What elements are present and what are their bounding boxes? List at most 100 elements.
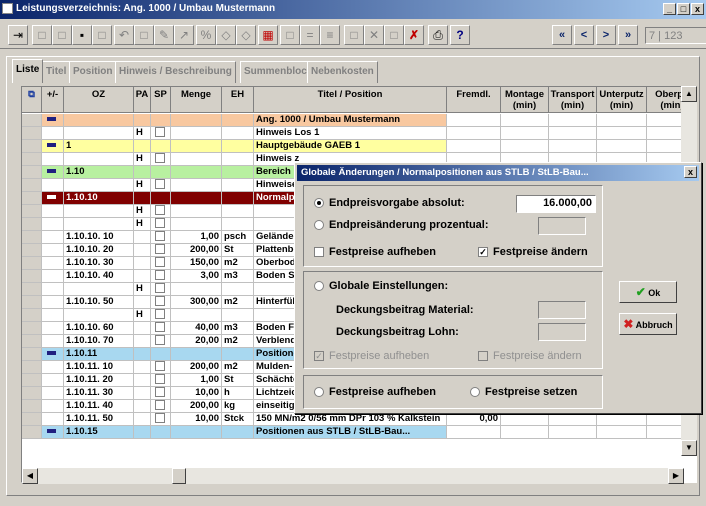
exit-icon[interactable]: ⇥ [8, 25, 28, 45]
radio-prozentual[interactable] [314, 220, 324, 231]
cell-eh[interactable]: m2 [222, 296, 254, 309]
expand-toggle[interactable] [42, 322, 64, 335]
tools-icon[interactable]: ✕ [364, 25, 384, 45]
sp-checkbox-cell[interactable] [151, 231, 171, 244]
cell-oz[interactable]: 1.10.10. 30 [64, 257, 134, 270]
cancel-button[interactable]: ✖ Abbruch [619, 313, 677, 335]
cell-menge[interactable] [171, 140, 222, 153]
expand-toggle[interactable] [42, 413, 64, 426]
cell-eh[interactable] [222, 140, 254, 153]
expand-toggle[interactable] [42, 231, 64, 244]
cell-oz[interactable] [64, 218, 134, 231]
cell-oz[interactable] [64, 179, 134, 192]
cell-oz[interactable] [64, 127, 134, 140]
header-eh[interactable]: EH [222, 87, 254, 113]
cell-empty[interactable] [597, 140, 647, 153]
radio-bottom-setzen[interactable] [470, 387, 480, 398]
cell-oz[interactable]: 1.10.15 [64, 426, 134, 439]
cell-pa[interactable]: H [134, 127, 151, 140]
header-oz[interactable]: OZ [64, 87, 134, 113]
cell-oz[interactable]: 1.10.11. 40 [64, 400, 134, 413]
expand-toggle[interactable] [42, 192, 64, 205]
cell-pa[interactable] [134, 270, 151, 283]
table-row[interactable]: 1 Hauptgebäude GAEB 1 [22, 140, 696, 153]
cell-menge[interactable] [171, 309, 222, 322]
first-page-button[interactable]: « [552, 25, 572, 45]
arrow-right-icon[interactable]: ◇ [236, 25, 256, 45]
cell-menge[interactable]: 1,00 [171, 231, 222, 244]
cell-oz[interactable]: 1.10.11 [64, 348, 134, 361]
cell-pa[interactable] [134, 257, 151, 270]
expand-toggle[interactable] [42, 244, 64, 257]
cell-fremdl[interactable]: 0,00 [447, 413, 501, 426]
cell-eh[interactable] [222, 166, 254, 179]
cell-eh[interactable]: kg [222, 400, 254, 413]
row-header-cell[interactable] [22, 153, 42, 166]
radio-bottom-aufheben[interactable] [314, 387, 324, 398]
cell-empty[interactable] [597, 426, 647, 439]
cell-oz[interactable] [64, 205, 134, 218]
expand-toggle[interactable] [42, 400, 64, 413]
cell-pa[interactable] [134, 426, 151, 439]
scroll-up-icon[interactable]: ▲ [681, 86, 697, 102]
row-header-cell[interactable] [22, 400, 42, 413]
cell-eh[interactable] [222, 192, 254, 205]
cell-eh[interactable] [222, 309, 254, 322]
cell-eh[interactable] [222, 283, 254, 296]
cell-oz[interactable]: 1.10.11. 30 [64, 387, 134, 400]
cell-oz[interactable]: 1.10.10. 60 [64, 322, 134, 335]
frame-icon[interactable]: □ [384, 25, 404, 45]
sp-checkbox[interactable] [155, 400, 165, 411]
cell-empty[interactable] [501, 426, 549, 439]
sp-checkbox-cell[interactable] [151, 400, 171, 413]
calendar-icon[interactable]: ▦ [258, 25, 278, 45]
cell-pa[interactable]: H [134, 205, 151, 218]
sp-checkbox[interactable] [155, 179, 165, 190]
cell-pa[interactable]: H [134, 309, 151, 322]
row-header-cell[interactable] [22, 205, 42, 218]
expand-toggle[interactable] [42, 153, 64, 166]
cell-fremdl[interactable] [447, 127, 501, 140]
cell-eh[interactable]: m2 [222, 361, 254, 374]
cell-titel[interactable]: Hauptgebäude GAEB 1 [254, 140, 447, 153]
collapse-icon[interactable] [47, 143, 56, 148]
row-header-cell[interactable] [22, 192, 42, 205]
new-icon[interactable]: □ [32, 25, 52, 45]
cell-oz[interactable]: 1.10.10. 20 [64, 244, 134, 257]
cell-menge[interactable] [171, 192, 222, 205]
sp-checkbox[interactable] [155, 296, 165, 307]
collapse-icon[interactable] [47, 429, 56, 434]
cell-empty[interactable] [501, 127, 549, 140]
sp-checkbox-cell[interactable] [151, 244, 171, 257]
cell-menge[interactable] [171, 205, 222, 218]
header-unterputz[interactable]: Unterputz (min) [597, 87, 647, 113]
header-titel[interactable]: Titel / Position [254, 87, 447, 113]
sp-checkbox-cell[interactable] [151, 361, 171, 374]
cell-menge[interactable]: 200,00 [171, 361, 222, 374]
row-header-cell[interactable] [22, 348, 42, 361]
cell-empty[interactable] [597, 413, 647, 426]
cell-pa[interactable] [134, 166, 151, 179]
row-header-cell[interactable] [22, 361, 42, 374]
header-pa[interactable]: PA [134, 87, 151, 113]
expand-toggle[interactable] [42, 140, 64, 153]
sp-checkbox[interactable] [155, 413, 165, 424]
prozentual-value-field[interactable] [538, 217, 586, 235]
cell-eh[interactable] [222, 179, 254, 192]
cell-eh[interactable]: m3 [222, 322, 254, 335]
scroll-thumb[interactable] [172, 468, 186, 484]
cell-empty[interactable] [549, 127, 597, 140]
sp-checkbox-cell[interactable] [151, 283, 171, 296]
lohn-field[interactable] [538, 323, 586, 341]
material-field[interactable] [538, 301, 586, 319]
row-header-cell[interactable] [22, 179, 42, 192]
cell-pa[interactable] [134, 413, 151, 426]
header-transport[interactable]: Transport (min) [549, 87, 597, 113]
opt-bottom-setzen[interactable]: Festpreise setzen [470, 386, 577, 398]
row-header-cell[interactable] [22, 257, 42, 270]
cell-eh[interactable] [222, 426, 254, 439]
cb-festpreise-aufheben[interactable]: Festpreise aufheben [314, 246, 436, 258]
sp-checkbox[interactable] [155, 309, 165, 320]
tab-titel[interactable]: Titel [42, 61, 71, 83]
cell-eh[interactable]: h [222, 387, 254, 400]
